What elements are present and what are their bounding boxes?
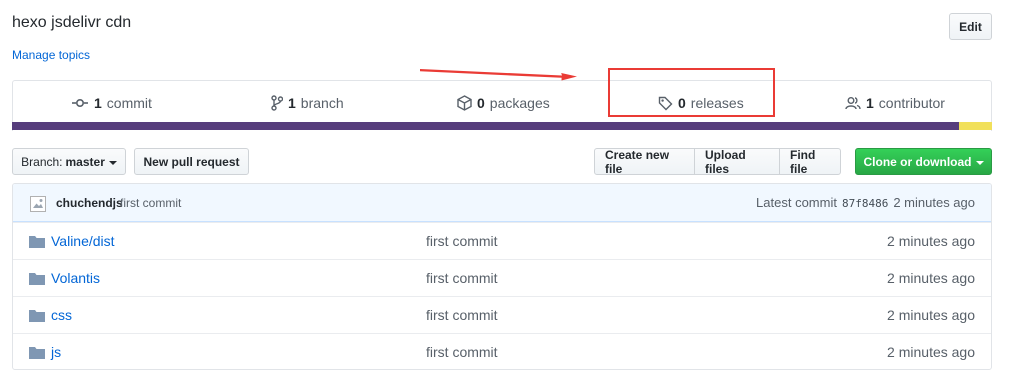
contributors-link[interactable]: 1 contributor xyxy=(845,95,945,111)
file-table: chuchendjs first commit Latest commit 87… xyxy=(12,183,992,370)
new-pull-request-button[interactable]: New pull request xyxy=(134,148,249,175)
branch-select-button[interactable]: Branch: master xyxy=(12,148,126,175)
create-new-file-button[interactable]: Create new file xyxy=(594,148,695,176)
table-row: js first commit 2 minutes ago xyxy=(13,333,991,369)
file-commit-message-link[interactable]: first commit xyxy=(426,233,498,249)
folder-icon xyxy=(29,236,45,248)
manage-topics-link[interactable]: Manage topics xyxy=(12,48,90,62)
branch-icon xyxy=(271,95,283,111)
file-name-link[interactable]: css xyxy=(51,307,72,323)
commit-age: 2 minutes ago xyxy=(893,195,975,210)
file-age: 2 minutes ago xyxy=(887,270,975,286)
branches-link[interactable]: 1 branch xyxy=(271,95,344,111)
branches-label: branch xyxy=(300,95,344,111)
file-age: 2 minutes ago xyxy=(887,233,975,249)
find-file-button[interactable]: Find file xyxy=(779,148,841,176)
file-name-link[interactable]: Volantis xyxy=(51,270,100,286)
history-icon xyxy=(72,98,88,108)
latest-commit-info: Latest commit 87f8486 2 minutes ago xyxy=(756,195,975,210)
latest-commit-bar: chuchendjs first commit Latest commit 87… xyxy=(13,184,991,222)
packages-count: 0 xyxy=(477,95,485,111)
package-icon xyxy=(457,95,472,111)
language-segment-secondary[interactable] xyxy=(959,122,992,130)
file-name-link[interactable]: js xyxy=(51,344,61,360)
avatar[interactable] xyxy=(30,196,46,212)
branch-prefix: Branch: xyxy=(21,154,63,169)
table-row: css first commit 2 minutes ago xyxy=(13,296,991,333)
commit-message-link[interactable]: first commit xyxy=(120,196,181,210)
latest-commit-label: Latest commit xyxy=(756,195,837,210)
folder-icon xyxy=(29,273,45,285)
commit-author-link[interactable]: chuchendjs xyxy=(56,196,123,210)
packages-link[interactable]: 0 packages xyxy=(457,95,550,111)
table-row: Volantis first commit 2 minutes ago xyxy=(13,259,991,296)
people-icon xyxy=(845,97,861,110)
caret-down-icon xyxy=(108,160,117,165)
commit-sha-link[interactable]: 87f8486 xyxy=(842,197,888,210)
clone-or-download-button[interactable]: Clone or download xyxy=(855,148,992,175)
file-commit-message-link[interactable]: first commit xyxy=(426,307,498,323)
language-segment-primary[interactable] xyxy=(12,122,959,130)
commits-link[interactable]: 1 commit xyxy=(71,95,152,111)
branches-count: 1 xyxy=(288,95,296,111)
language-bar[interactable] xyxy=(12,122,992,130)
edit-description-button[interactable]: Edit xyxy=(949,13,992,40)
packages-label: packages xyxy=(489,95,550,111)
contributors-count: 1 xyxy=(866,95,874,111)
clone-or-download-label: Clone or download xyxy=(863,154,972,169)
commits-label: commit xyxy=(106,95,152,111)
table-row: Valine/dist first commit 2 minutes ago xyxy=(13,222,991,259)
file-commit-message-link[interactable]: first commit xyxy=(426,270,498,286)
file-age: 2 minutes ago xyxy=(887,344,975,360)
caret-down-icon xyxy=(975,160,984,165)
annotation-highlight-box xyxy=(608,68,775,117)
folder-icon xyxy=(29,347,45,359)
contributors-label: contributor xyxy=(878,95,945,111)
file-commit-message-link[interactable]: first commit xyxy=(426,344,498,360)
repo-description: hexo jsdelivr cdn xyxy=(12,14,132,31)
file-age: 2 minutes ago xyxy=(887,307,975,323)
file-name-link[interactable]: Valine/dist xyxy=(51,233,115,249)
branch-name: master xyxy=(65,154,105,169)
folder-icon xyxy=(29,310,45,322)
commits-count: 1 xyxy=(94,95,102,111)
upload-files-button[interactable]: Upload files xyxy=(694,148,780,176)
file-navigation-buttons: Create new file Upload files Find file xyxy=(594,148,841,176)
